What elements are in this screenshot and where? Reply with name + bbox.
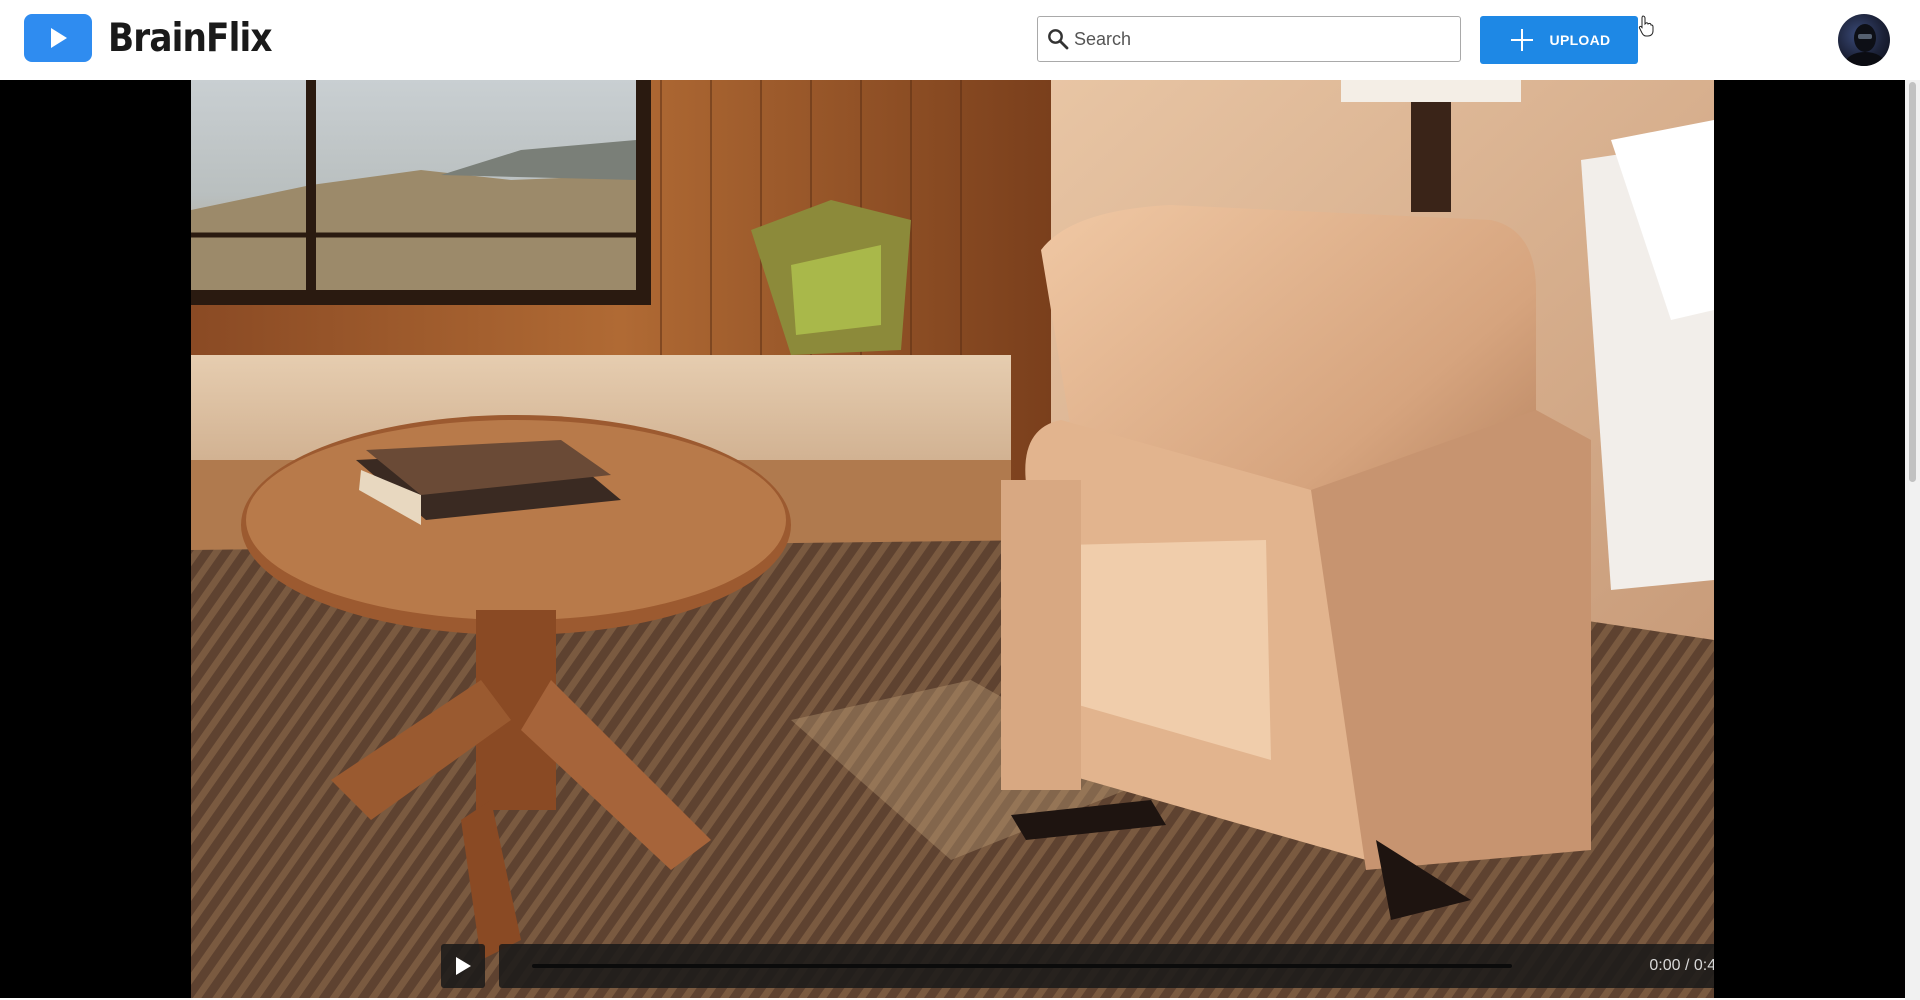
logo-text: BrainFlix [108,15,273,61]
search-input[interactable] [1072,27,1456,51]
page-scrollbar[interactable] [1905,80,1920,1000]
play-button[interactable] [441,944,485,988]
upload-button[interactable]: UPLOAD [1480,16,1638,64]
play-icon [456,957,471,975]
user-avatar[interactable] [1838,14,1890,66]
site-header: BrainFlix UPLOAD [0,0,1920,80]
progress-track[interactable] [532,964,1512,968]
video-poster[interactable]: 0:00 / 0:42 [191,80,1714,998]
time-display: 0:00 / 0:42 [1649,957,1714,974]
video-player: 0:00 / 0:42 [0,80,1905,998]
search-icon [1048,29,1069,50]
logo-play-icon [24,14,92,62]
plus-icon [1510,29,1533,51]
video-controls: 0:00 / 0:42 [441,944,1714,988]
pointer-cursor-icon [1638,15,1654,37]
progress-bar[interactable]: 0:00 / 0:42 [499,944,1714,988]
search-bar[interactable] [1037,16,1461,62]
brainflix-logo[interactable]: BrainFlix [24,14,294,62]
scrollbar-thumb[interactable] [1909,82,1916,482]
upload-button-label: UPLOAD [1549,32,1611,48]
